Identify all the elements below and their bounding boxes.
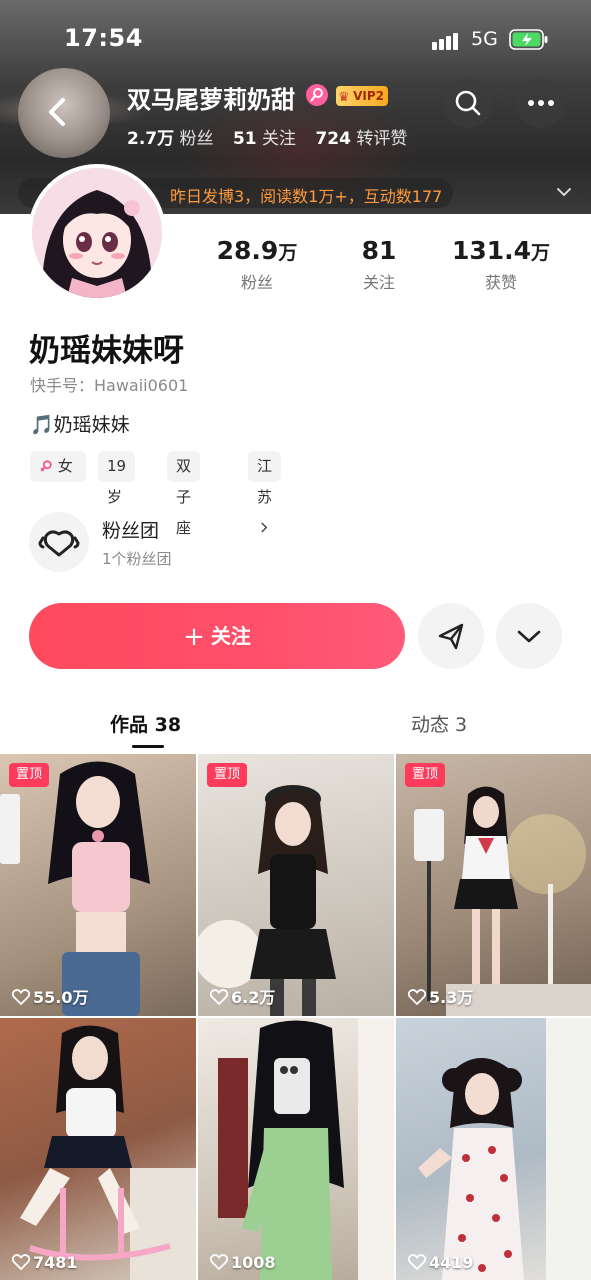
- avatar-image: [32, 168, 162, 298]
- chevron-down-icon: [517, 630, 541, 643]
- heart-icon: [12, 1254, 30, 1270]
- verified-icon: [306, 84, 328, 106]
- posts-grid: 置顶 55.0万 置顶 6.2万 置顶 5.3万 7481 1008 4419: [0, 754, 591, 1280]
- stat-likes-number: 131.4: [451, 236, 532, 265]
- post-likes: 6.2万: [210, 984, 275, 1008]
- post-likes: 4419: [408, 1253, 474, 1272]
- search-button[interactable]: [443, 78, 493, 128]
- post-thumbnail-4[interactable]: 7481: [0, 1018, 196, 1280]
- send-icon: [438, 623, 464, 650]
- header-fans-label: 粉丝: [179, 129, 214, 149]
- share-button[interactable]: [418, 603, 484, 669]
- back-arrow-icon: [49, 98, 65, 126]
- heart-icon: [408, 1254, 426, 1270]
- post-image: [414, 786, 591, 1016]
- more-button[interactable]: [516, 78, 566, 128]
- post-image: [198, 785, 336, 1016]
- header-following-label: 关注: [262, 129, 297, 149]
- stat-following-number: 81: [361, 236, 397, 265]
- heart-icon: [408, 989, 426, 1005]
- header-username: 双马尾萝莉奶甜: [127, 86, 295, 114]
- tag-region[interactable]: 江苏: [248, 451, 282, 533]
- stat-following[interactable]: 81 关注: [319, 236, 439, 293]
- female-icon: [40, 460, 52, 472]
- stat-fans[interactable]: 28.9万 粉丝: [197, 236, 317, 293]
- pinned-badge: 置顶: [405, 763, 445, 787]
- signal-icon: [432, 32, 458, 50]
- heart-icon: [210, 989, 228, 1005]
- stat-fans-number: 28.9: [216, 236, 279, 265]
- header-following-count: 51: [232, 129, 257, 149]
- post-image: [218, 1018, 394, 1280]
- crown-icon: ♛: [338, 90, 350, 105]
- tab-moments[interactable]: 动态 3: [411, 710, 467, 737]
- post-thumbnail-2[interactable]: 置顶 6.2万: [198, 754, 394, 1016]
- network-label: 5G: [471, 28, 498, 50]
- plus-icon: +: [183, 622, 205, 652]
- post-likes: 1008: [210, 1253, 276, 1272]
- status-bar: 17:54 5G: [0, 0, 591, 70]
- fans-group-icon-wrap: [29, 512, 89, 572]
- heart-icon: [210, 1254, 228, 1270]
- expand-button[interactable]: [496, 603, 562, 669]
- tag-gender: 女: [30, 451, 86, 482]
- header-reposts-count: 724: [315, 129, 351, 149]
- kuaishou-id[interactable]: 快手号：Hawaii0601: [30, 372, 188, 396]
- stat-fans-label: 粉丝: [240, 273, 273, 292]
- bio: 🎵奶瑶妹妹: [30, 414, 130, 436]
- fans-group-title: 粉丝团: [102, 520, 160, 542]
- stat-following-label: 关注: [362, 273, 395, 292]
- more-dots-icon: [528, 100, 554, 106]
- tag-zodiac: 双子座: [167, 451, 201, 537]
- post-image: [0, 761, 150, 1016]
- header-reposts-label: 转评赞: [356, 129, 408, 149]
- fans-group-icon: [38, 530, 80, 557]
- header-stats: 2.7万 粉丝 51 关注 724 转评赞: [127, 124, 407, 149]
- vip-badge: ♛ VIP2: [336, 86, 388, 106]
- post-likes: 5.3万: [408, 984, 473, 1008]
- back-button[interactable]: [18, 68, 110, 158]
- nickname: 奶瑶妹妹呀: [29, 333, 184, 369]
- post-thumbnail-6[interactable]: 4419: [396, 1018, 591, 1280]
- post-thumbnail-5[interactable]: 1008: [198, 1018, 394, 1280]
- header-fans-count: 2.7万: [127, 129, 175, 149]
- avatar[interactable]: [28, 164, 166, 302]
- notice-text: 昨日发博3，阅读数1万+，互动数177: [170, 187, 443, 206]
- heart-icon: [12, 989, 30, 1005]
- post-image: [418, 1018, 591, 1280]
- search-icon: [455, 90, 481, 116]
- tab-active-indicator: [132, 745, 164, 748]
- stat-likes-label: 获赞: [484, 273, 517, 292]
- fans-group-subtitle: 1个粉丝团: [102, 550, 172, 568]
- post-thumbnail-3[interactable]: 置顶 5.3万: [396, 754, 591, 1016]
- pinned-badge: 置顶: [207, 763, 247, 787]
- battery-icon: [509, 29, 548, 50]
- chevron-down-icon[interactable]: [555, 183, 573, 201]
- stat-likes[interactable]: 131.4万 获赞: [441, 236, 561, 293]
- follow-button[interactable]: + 关注: [29, 603, 405, 669]
- fans-group[interactable]: 粉丝团 1个粉丝团: [29, 512, 329, 574]
- post-thumbnail-1[interactable]: 置顶 55.0万: [0, 754, 196, 1016]
- pinned-badge: 置顶: [9, 763, 49, 787]
- post-likes: 7481: [12, 1253, 78, 1272]
- status-time: 17:54: [64, 24, 143, 52]
- tab-works[interactable]: 作品 38: [110, 710, 181, 737]
- post-image: [20, 1025, 196, 1280]
- tag-age: 19岁: [98, 451, 136, 506]
- post-likes: 55.0万: [12, 984, 88, 1008]
